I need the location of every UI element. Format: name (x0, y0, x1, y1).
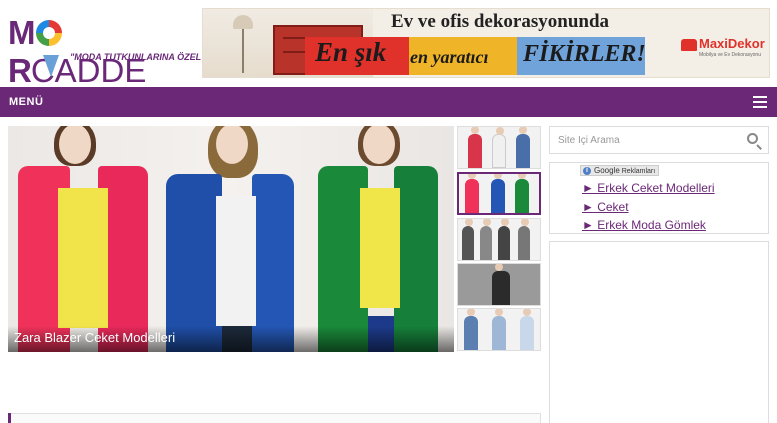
hamburger-line (753, 106, 767, 108)
model-head (216, 126, 248, 164)
logo-text-mor: M (8, 14, 35, 51)
banner-brand-sub: Mobilya ve Ev Dekorasyonu (699, 52, 761, 58)
ad-link-3[interactable]: ► Erkek Moda Gömlek (582, 218, 706, 232)
banner-brand: MaxiDekor Mobilya ve Ev Dekorasyonu (677, 31, 769, 65)
search-icon-handle (756, 144, 762, 150)
thumb-figure (516, 127, 530, 168)
jacket-right (394, 166, 438, 352)
google-ads-box: Google Reklamları ► Erkek Ceket Modeller… (549, 162, 769, 234)
menu-toggle-label[interactable]: MENÜ (9, 96, 43, 108)
main-menu-bar: MENÜ (0, 87, 777, 117)
banner-word-1: En şık (315, 37, 387, 67)
hamburger-icon[interactable] (753, 96, 767, 108)
thumb-figure (491, 174, 505, 213)
thumb-figure (464, 309, 478, 350)
thumb-figure (465, 174, 479, 213)
site-search (549, 126, 769, 154)
featured-slider[interactable]: Zara Blazer Ceket Modelleri (8, 126, 454, 352)
thumb-figure (518, 219, 530, 260)
banner-word-3: FİKİRLER! (523, 41, 646, 67)
header-banner-ad[interactable]: Ev ve ofis dekorasyonunda En şık en yara… (202, 8, 770, 78)
thumb-figure (515, 174, 529, 213)
hamburger-line (753, 96, 767, 98)
thumbnail-3[interactable] (457, 218, 541, 261)
thumbnail-4[interactable] (457, 263, 541, 306)
model-top (360, 188, 400, 308)
ads-badge-label: Reklamları (621, 168, 656, 175)
model-head (363, 126, 395, 164)
thumbnail-1[interactable] (457, 126, 541, 169)
banner-headline: Ev ve ofis dekorasyonunda (391, 11, 610, 32)
slider-thumbnails (457, 126, 541, 352)
model-top (216, 196, 256, 326)
thumb-figure (492, 309, 506, 350)
logo-colorwheel-icon (35, 20, 62, 46)
ads-badge-brand: Google (594, 166, 620, 175)
content-section-header (8, 413, 541, 423)
thumb-figure (468, 127, 482, 168)
thumb-figure (462, 219, 474, 260)
thumbnail-5[interactable] (457, 308, 541, 351)
thumb-figure (498, 219, 510, 260)
sidebar-ad-panel (549, 241, 769, 423)
google-ads-badge[interactable]: Google Reklamları (580, 165, 660, 176)
banner-brand-name: MaxiDekor (699, 36, 765, 51)
thumb-figure (492, 127, 506, 168)
ad-link-2[interactable]: ► Ceket (582, 200, 629, 214)
banner-word-2: en yaratıcı (410, 47, 489, 67)
thumb-figure (480, 219, 492, 260)
slide-caption[interactable]: Zara Blazer Ceket Modelleri (14, 330, 175, 345)
search-input[interactable] (550, 127, 740, 153)
logo-text-r: R (8, 52, 32, 89)
ad-link-1[interactable]: ► Erkek Ceket Modelleri (582, 181, 715, 195)
site-logo[interactable]: MRCADDE "MODA TUTKUNLARINA ÖZEL" (6, 8, 205, 89)
model-top (58, 188, 108, 328)
location-pin-icon (43, 55, 59, 77)
lamp-icon (233, 15, 253, 73)
logo-tagline: "MODA TUTKUNLARINA ÖZEL" (70, 52, 206, 62)
info-icon (583, 166, 591, 175)
page: MRCADDE "MODA TUTKUNLARINA ÖZEL" Ev ve o… (0, 0, 777, 423)
sofa-icon (681, 39, 697, 51)
search-icon[interactable] (746, 132, 764, 150)
model-head (59, 126, 91, 164)
search-icon-lens (747, 133, 758, 144)
thumb-figure (492, 264, 510, 305)
thumb-figure (520, 309, 534, 350)
hamburger-line (753, 101, 767, 103)
thumbnail-2[interactable] (457, 172, 541, 215)
